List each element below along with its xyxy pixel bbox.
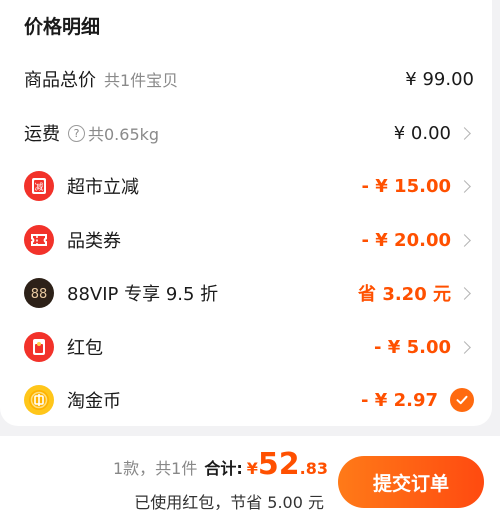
goods-total-amount: ¥ 99.00 xyxy=(405,68,474,90)
chevron-right-icon xyxy=(458,340,471,354)
discount-glyph: 减 xyxy=(34,181,43,193)
row-supermarket-discount[interactable]: 减 超市立减 - ¥ 15.00 xyxy=(0,164,492,208)
goods-total-label: 商品总价 xyxy=(24,70,96,91)
88vip-label: 88VIP 专享 9.5 折 xyxy=(67,284,219,305)
row-category-coupon[interactable]: 品类券 - ¥ 20.00 xyxy=(0,218,492,262)
checkout-bar: 1款，共1件 合计: ¥ 52 .83 已使用红包，节省 5.00 元 提交订单 xyxy=(0,436,500,525)
goods-count-text: 共1件宝贝 xyxy=(104,71,179,90)
red-packet-label: 红包 xyxy=(67,338,103,359)
row-shipping[interactable]: 运费 ? 共0.65kg ¥ 0.00 xyxy=(0,111,492,155)
taojinbi-amount: - ¥ 2.97 xyxy=(361,389,438,411)
chevron-right-icon xyxy=(458,233,471,247)
section-title: 价格明细 xyxy=(24,16,101,38)
total-integer: 52 xyxy=(257,447,300,482)
submit-order-button[interactable]: 提交订单 xyxy=(338,456,484,508)
saved-text: 已使用红包，节省 5.00 元 xyxy=(134,493,324,512)
chevron-right-icon xyxy=(458,179,471,193)
88vip-badge-icon: 88 xyxy=(24,278,54,308)
supermarket-discount-label: 超市立减 xyxy=(67,177,139,198)
price-details-card: 价格明细 商品总价 共1件宝贝 ¥ 99.00 运费 ? 共0.65kg ¥ 0… xyxy=(0,0,492,426)
row-red-packet[interactable]: 红包 - ¥ 5.00 xyxy=(0,325,492,369)
total-decimal: .83 xyxy=(299,459,328,478)
category-coupon-label: 品类券 xyxy=(67,231,121,252)
total-summary: 1款，共1件 合计: ¥ 52 .83 xyxy=(113,450,328,480)
row-taojinbi[interactable]: 淘金币 - ¥ 2.97 xyxy=(0,378,492,422)
category-coupon-amount: - ¥ 20.00 xyxy=(361,229,451,251)
shipping-label: 运费 xyxy=(24,124,60,145)
item-count-text: 1款，共1件 xyxy=(112,459,198,478)
coupon-ticket-icon xyxy=(24,225,54,255)
vip-glyph: 88 xyxy=(31,287,48,302)
help-icon[interactable]: ? xyxy=(68,124,85,142)
currency-symbol: ¥ xyxy=(246,459,258,478)
taojinbi-coin-icon xyxy=(24,385,54,415)
red-envelope-icon xyxy=(24,332,54,362)
row-goods-total: 商品总价 共1件宝贝 ¥ 99.00 xyxy=(0,57,492,101)
shipping-amount: ¥ 0.00 xyxy=(393,122,451,144)
supermarket-discount-icon: 减 xyxy=(24,171,54,201)
total-label: 合计: xyxy=(204,459,243,478)
checkmark-selected-icon[interactable] xyxy=(450,388,474,412)
supermarket-discount-amount: - ¥ 15.00 xyxy=(361,175,451,197)
shipping-weight-text: 共0.65kg xyxy=(88,125,160,144)
taojinbi-label: 淘金币 xyxy=(67,391,121,412)
red-packet-amount: - ¥ 5.00 xyxy=(374,336,451,358)
chevron-right-icon xyxy=(458,286,471,300)
row-88vip[interactable]: 88 88VIP 专享 9.5 折 省 3.20 元 xyxy=(0,271,492,315)
chevron-right-icon xyxy=(458,126,471,140)
88vip-saving-amount: 省 3.20 元 xyxy=(358,284,451,305)
